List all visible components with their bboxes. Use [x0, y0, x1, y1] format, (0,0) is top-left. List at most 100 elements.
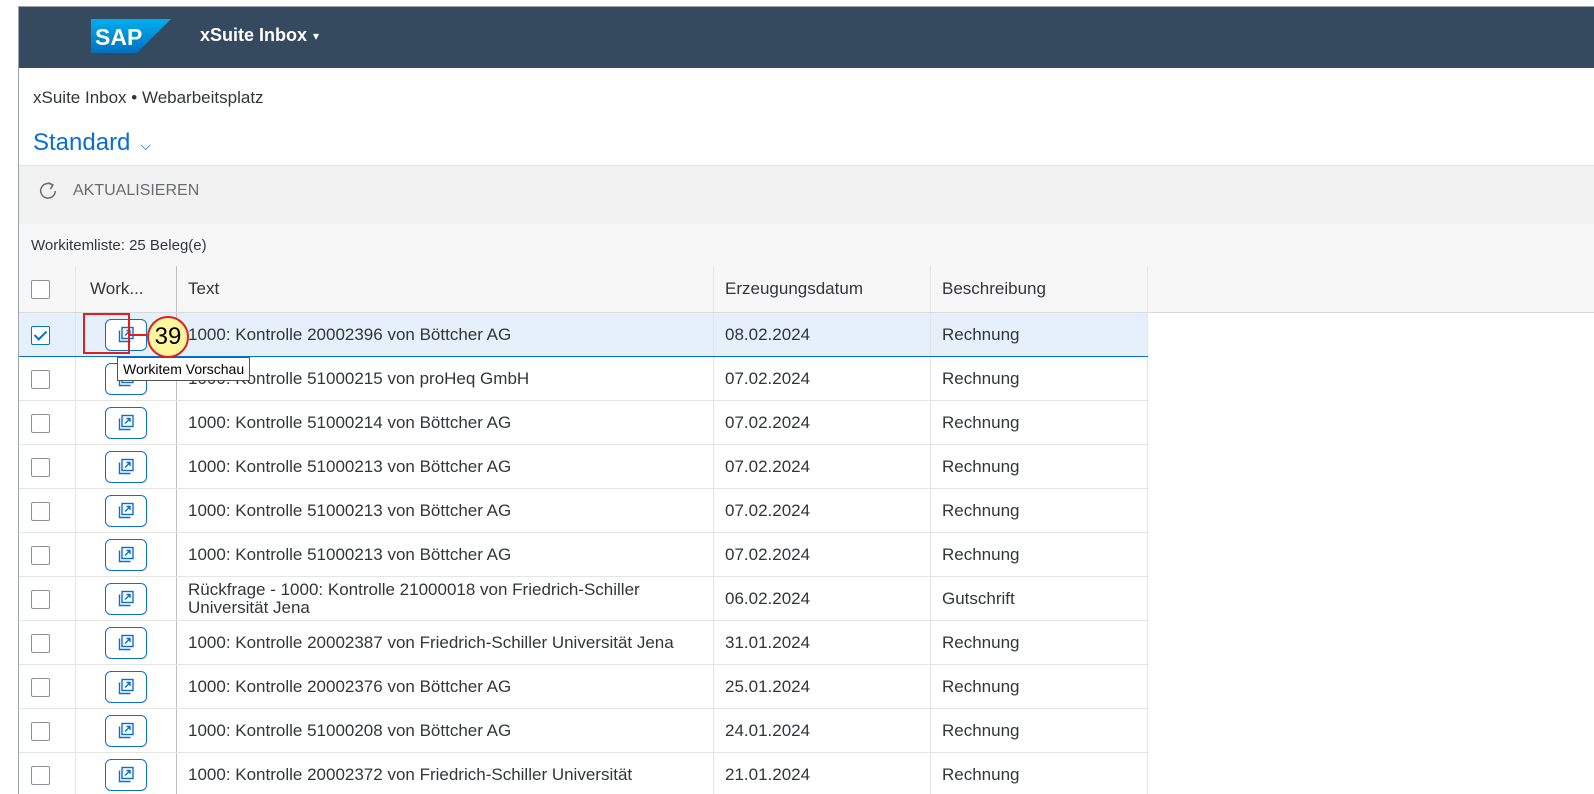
row-select-cell — [19, 621, 76, 665]
row-date: 25.01.2024 — [714, 665, 931, 709]
row-select-cell — [19, 577, 76, 621]
row-checkbox[interactable] — [31, 546, 50, 565]
row-text: 1000: Kontrolle 51000213 von Böttcher AG — [177, 533, 714, 577]
row-checkbox[interactable] — [31, 414, 50, 433]
open-preview-icon — [116, 589, 136, 609]
row-checkbox[interactable] — [31, 326, 50, 345]
table-row[interactable]: Rückfrage - 1000: Kontrolle 21000018 von… — [19, 577, 1594, 621]
table-row[interactable]: 1000: Kontrolle 51000213 von Böttcher AG… — [19, 445, 1594, 489]
row-description: Rechnung — [931, 489, 1148, 533]
open-preview-icon — [116, 545, 136, 565]
sap-logo[interactable]: SAP — [91, 19, 171, 53]
row-filler — [1148, 357, 1594, 401]
row-workitem-cell — [76, 753, 177, 794]
row-description: Rechnung — [931, 445, 1148, 489]
row-workitem-cell — [76, 709, 177, 753]
row-date: 07.02.2024 — [714, 401, 931, 445]
row-checkbox[interactable] — [31, 766, 50, 785]
row-checkbox[interactable] — [31, 502, 50, 521]
col-header-date[interactable]: Erzeugungsdatum — [714, 266, 931, 313]
workitem-preview-button[interactable] — [105, 451, 147, 483]
variant-selector[interactable]: Standard ⌵ — [33, 129, 151, 157]
workitem-preview-button[interactable] — [105, 539, 147, 571]
col-header-text[interactable]: Text — [177, 266, 714, 313]
chevron-down-icon: ⌵ — [140, 137, 151, 154]
row-checkbox[interactable] — [31, 370, 50, 389]
table-row[interactable]: 1000: Kontrolle 51000215 von proHeq GmbH… — [19, 357, 1594, 401]
row-checkbox[interactable] — [31, 678, 50, 697]
row-text: 1000: Kontrolle 51000208 von Böttcher AG — [177, 709, 714, 753]
row-workitem-cell — [76, 533, 177, 577]
table-row[interactable]: 1000: Kontrolle 51000208 von Böttcher AG… — [19, 709, 1594, 753]
col-header-filler — [1148, 266, 1594, 313]
select-all-cell — [19, 266, 76, 313]
row-workitem-cell — [76, 665, 177, 709]
workitem-preview-button[interactable] — [105, 759, 147, 791]
row-description: Rechnung — [931, 357, 1148, 401]
refresh-label: AKTUALISIEREN — [73, 182, 199, 200]
workitem-preview-button[interactable] — [105, 495, 147, 527]
table-row[interactable]: 1000: Kontrolle 20002372 von Friedrich-S… — [19, 753, 1594, 794]
row-text: Rückfrage - 1000: Kontrolle 21000018 von… — [177, 577, 714, 621]
row-description: Gutschrift — [931, 577, 1148, 621]
row-date: 08.02.2024 — [714, 313, 931, 357]
row-date: 31.01.2024 — [714, 621, 931, 665]
row-select-cell — [19, 401, 76, 445]
row-select-cell — [19, 445, 76, 489]
workitem-preview-button[interactable] — [105, 583, 147, 615]
step-number-badge: 39 — [147, 316, 189, 358]
variant-label: Standard — [33, 129, 130, 157]
row-workitem-cell — [76, 401, 177, 445]
refresh-button[interactable]: AKTUALISIEREN — [37, 180, 199, 202]
row-checkbox[interactable] — [31, 590, 50, 609]
workitem-preview-button[interactable] — [105, 715, 147, 747]
row-select-cell — [19, 357, 76, 401]
workitem-preview-button[interactable] — [105, 407, 147, 439]
row-date: 07.02.2024 — [714, 357, 931, 401]
table-row[interactable]: 1000: Kontrolle 51000213 von Böttcher AG… — [19, 489, 1594, 533]
row-description: Rechnung — [931, 753, 1148, 794]
refresh-icon — [37, 180, 59, 202]
select-all-checkbox[interactable] — [31, 280, 50, 299]
row-select-cell — [19, 709, 76, 753]
list-count: Workitemliste: 25 Beleg(e) — [31, 237, 207, 254]
open-preview-icon — [116, 677, 136, 697]
col-header-workitem[interactable]: Work... — [76, 266, 177, 313]
row-date: 07.02.2024 — [714, 533, 931, 577]
open-preview-icon — [116, 457, 136, 477]
table-row[interactable]: 1000: Kontrolle 20002387 von Friedrich-S… — [19, 621, 1594, 665]
row-filler — [1148, 709, 1594, 753]
list-header: Workitemliste: 25 Beleg(e) — [19, 224, 1594, 267]
caret-down-icon: ▾ — [313, 29, 319, 43]
row-text: 1000: Kontrolle 20002396 von Böttcher AG — [177, 313, 714, 357]
row-workitem-cell — [76, 489, 177, 533]
row-select-cell — [19, 313, 76, 357]
row-filler — [1148, 753, 1594, 794]
row-filler — [1148, 313, 1594, 357]
row-checkbox[interactable] — [31, 634, 50, 653]
workitem-preview-button[interactable] — [105, 627, 147, 659]
open-preview-icon — [116, 721, 136, 741]
table-header-row: Work... Text Erzeugungsdatum Beschreibun… — [19, 266, 1594, 313]
row-workitem-cell — [76, 621, 177, 665]
row-text: 1000: Kontrolle 51000214 von Böttcher AG — [177, 401, 714, 445]
table-row[interactable]: 1000: Kontrolle 20002376 von Böttcher AG… — [19, 665, 1594, 709]
open-preview-icon — [116, 501, 136, 521]
row-filler — [1148, 401, 1594, 445]
row-select-cell — [19, 753, 76, 794]
row-checkbox[interactable] — [31, 722, 50, 741]
workitem-preview-button[interactable] — [105, 671, 147, 703]
row-select-cell — [19, 665, 76, 709]
table-row[interactable]: 1000: Kontrolle 51000214 von Böttcher AG… — [19, 401, 1594, 445]
table-row[interactable]: 1000: Kontrolle 20002396 von Böttcher AG… — [19, 313, 1594, 357]
app-window: SAP xSuite Inbox ▾ xSuite Inbox • Webarb… — [18, 6, 1594, 794]
sap-logo-text: SAP — [95, 24, 142, 50]
workitem-preview-tooltip: Workitem Vorschau — [117, 357, 250, 381]
workitem-table: Work... Text Erzeugungsdatum Beschreibun… — [19, 266, 1594, 794]
col-header-description[interactable]: Beschreibung — [931, 266, 1148, 313]
app-title-menu[interactable]: xSuite Inbox ▾ — [200, 25, 319, 46]
row-filler — [1148, 445, 1594, 489]
row-checkbox[interactable] — [31, 458, 50, 477]
table-row[interactable]: 1000: Kontrolle 51000213 von Böttcher AG… — [19, 533, 1594, 577]
row-description: Rechnung — [931, 621, 1148, 665]
